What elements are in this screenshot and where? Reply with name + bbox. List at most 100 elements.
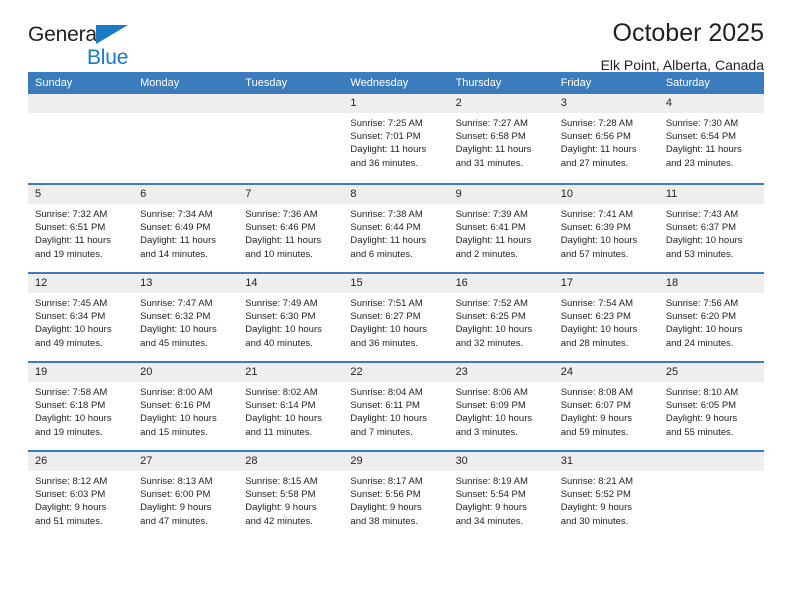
day-cell-14[interactable]: 14 Sunrise: 7:49 AM Sunset: 6:30 PM Dayligh… bbox=[238, 274, 344, 361]
day-cell-26[interactable]: 26 Sunrise: 8:12 AM Sunset: 6:03 PM Dayligh… bbox=[28, 452, 134, 539]
day-cell-17[interactable]: 17 Sunrise: 7:54 AM Sunset: 6:23 PM Dayligh… bbox=[553, 274, 659, 361]
day-sun-info: Sunrise: 7:45 AM Sunset: 6:34 PM Daylight:… bbox=[28, 293, 133, 350]
weekday-header-tuesday: Tuesday bbox=[245, 77, 288, 89]
day-cell-20[interactable]: 20 Sunrise: 8:00 AM Sunset: 6:16 PM Dayligh… bbox=[133, 363, 239, 450]
day-sun-info: Sunrise: 7:34 AM Sunset: 6:49 PM Daylight:… bbox=[133, 204, 238, 261]
day-sun-info: Sunrise: 7:51 AM Sunset: 6:27 PM Daylight:… bbox=[343, 293, 448, 350]
sunset-text: Sunset: 6:00 PM bbox=[140, 489, 211, 501]
day-cell-7[interactable]: 7 Sunrise: 7:36 AM Sunset: 6:46 PM Daylight… bbox=[238, 185, 344, 272]
day-sun-info: Sunrise: 7:54 AM Sunset: 6:23 PM Daylight:… bbox=[554, 293, 659, 350]
sunrise-text: Sunrise: 8:15 AM bbox=[245, 476, 318, 487]
day-cell-16[interactable]: 16 Sunrise: 7:52 AM Sunset: 6:25 PM Dayligh… bbox=[448, 274, 554, 361]
day-cell-9[interactable]: 9 Sunrise: 7:39 AM Sunset: 6:41 PM Daylight… bbox=[448, 185, 554, 272]
sunrise-text: Sunrise: 8:10 AM bbox=[665, 387, 739, 398]
sunrise-text: Sunrise: 7:45 AM bbox=[35, 298, 108, 309]
day-number: 10 bbox=[553, 185, 659, 204]
day-cell-18[interactable]: 18 Sunrise: 7:56 AM Sunset: 6:20 PM Dayligh… bbox=[658, 274, 764, 361]
sunrise-text: Sunrise: 7:41 AM bbox=[560, 209, 634, 220]
day-cell-19[interactable]: 19 Sunrise: 7:58 AM Sunset: 6:18 PM Dayligh… bbox=[28, 363, 134, 450]
daylight-text: Daylight: 10 hours and 11 minutes. bbox=[245, 413, 322, 438]
page-header: General Blue October 2025 Elk Point, Alb… bbox=[28, 0, 764, 72]
day-number: 12 bbox=[28, 274, 134, 293]
daylight-text: Daylight: 11 hours and 19 minutes. bbox=[35, 235, 111, 260]
day-sun-info: Sunrise: 8:13 AM Sunset: 6:00 PM Daylight:… bbox=[133, 471, 238, 528]
day-sun-info: Sunrise: 7:38 AM Sunset: 6:44 PM Daylight:… bbox=[343, 204, 448, 261]
day-cell-30[interactable]: 30 Sunrise: 8:19 AM Sunset: 5:54 PM Dayligh… bbox=[448, 452, 554, 539]
page-subtitle: Elk Point, Alberta, Canada bbox=[600, 56, 764, 73]
sunrise-text: Sunrise: 7:43 AM bbox=[665, 209, 739, 220]
day-sun-info: Sunrise: 7:41 AM Sunset: 6:39 PM Daylight:… bbox=[554, 204, 659, 261]
day-number: 5 bbox=[28, 185, 134, 204]
brand-logo[interactable]: General Blue bbox=[28, 0, 228, 68]
sunrise-text: Sunrise: 8:00 AM bbox=[140, 387, 213, 398]
day-cell-3[interactable]: 3 Sunrise: 7:28 AM Sunset: 6:56 PM Daylight… bbox=[553, 94, 659, 183]
day-cell-6[interactable]: 6 Sunrise: 7:34 AM Sunset: 6:49 PM Daylight… bbox=[133, 185, 239, 272]
day-cell-10[interactable]: 10 Sunrise: 7:41 AM Sunset: 6:39 PM Dayligh… bbox=[553, 185, 659, 272]
calendar-body: 1 Sunrise: 7:25 AM Sunset: 7:01 PM Daylight… bbox=[28, 94, 764, 539]
day-cell-5[interactable]: 5 Sunrise: 7:32 AM Sunset: 6:51 PM Daylight… bbox=[28, 185, 134, 272]
daylight-text: Daylight: 9 hours and 38 minutes. bbox=[350, 502, 422, 527]
day-cell-15[interactable]: 15 Sunrise: 7:51 AM Sunset: 6:27 PM Dayligh… bbox=[343, 274, 449, 361]
day-number: 26 bbox=[28, 452, 134, 471]
day-cell-28[interactable]: 28 Sunrise: 8:15 AM Sunset: 5:58 PM Dayligh… bbox=[238, 452, 344, 539]
day-number: 17 bbox=[553, 274, 659, 293]
day-number: 7 bbox=[238, 185, 344, 204]
daylight-text: Daylight: 11 hours and 14 minutes. bbox=[140, 235, 217, 260]
sunset-text: Sunset: 7:01 PM bbox=[350, 131, 421, 143]
day-cell-11[interactable]: 11 Sunrise: 7:43 AM Sunset: 6:37 PM Dayligh… bbox=[658, 185, 764, 272]
day-cell-13[interactable]: 13 Sunrise: 7:47 AM Sunset: 6:32 PM Dayligh… bbox=[133, 274, 239, 361]
day-cell-31[interactable]: 31 Sunrise: 8:21 AM Sunset: 5:52 PM Dayligh… bbox=[553, 452, 659, 539]
day-sun-info: Sunrise: 8:06 AM Sunset: 6:09 PM Daylight:… bbox=[449, 382, 554, 439]
day-number: 28 bbox=[238, 452, 344, 471]
day-cell-25[interactable]: 25 Sunrise: 8:10 AM Sunset: 6:05 PM Dayligh… bbox=[658, 363, 764, 450]
brand-name-blue: Blue bbox=[87, 46, 129, 69]
day-cell-21[interactable]: 21 Sunrise: 8:02 AM Sunset: 6:14 PM Dayligh… bbox=[238, 363, 344, 450]
daylight-text: Daylight: 11 hours and 6 minutes. bbox=[350, 235, 427, 260]
calendar-week-row: 19 Sunrise: 7:58 AM Sunset: 6:18 PM Dayligh… bbox=[28, 361, 764, 450]
day-number: 22 bbox=[343, 363, 449, 382]
weekday-header-saturday: Saturday bbox=[665, 77, 710, 89]
day-cell-29[interactable]: 29 Sunrise: 8:17 AM Sunset: 5:56 PM Dayligh… bbox=[343, 452, 449, 539]
day-number: 29 bbox=[343, 452, 449, 471]
day-cell-4[interactable]: 4 Sunrise: 7:30 AM Sunset: 6:54 PM Daylight… bbox=[658, 94, 764, 183]
day-number: 24 bbox=[553, 363, 659, 382]
day-cell-1[interactable]: 1 Sunrise: 7:25 AM Sunset: 7:01 PM Daylight… bbox=[343, 94, 449, 183]
sunset-text: Sunset: 6:27 PM bbox=[350, 311, 421, 323]
day-sun-info: Sunrise: 8:21 AM Sunset: 5:52 PM Daylight:… bbox=[554, 471, 659, 528]
daylight-text: Daylight: 11 hours and 2 minutes. bbox=[455, 235, 532, 260]
sunset-text: Sunset: 6:20 PM bbox=[665, 311, 737, 323]
day-cell-22[interactable]: 22 Sunrise: 8:04 AM Sunset: 6:11 PM Dayligh… bbox=[343, 363, 449, 450]
daylight-text: Daylight: 11 hours and 31 minutes. bbox=[455, 144, 532, 169]
day-cell-27[interactable]: 27 Sunrise: 8:13 AM Sunset: 6:00 PM Dayligh… bbox=[133, 452, 239, 539]
day-sun-info: Sunrise: 8:15 AM Sunset: 5:58 PM Daylight:… bbox=[238, 471, 343, 528]
sunrise-text: Sunrise: 7:51 AM bbox=[350, 298, 423, 309]
daylight-text: Daylight: 11 hours and 36 minutes. bbox=[350, 144, 427, 169]
day-number: 16 bbox=[448, 274, 554, 293]
day-cell-2[interactable]: 2 Sunrise: 7:27 AM Sunset: 6:58 PM Daylight… bbox=[448, 94, 554, 183]
day-sun-info: Sunrise: 7:32 AM Sunset: 6:51 PM Daylight:… bbox=[28, 204, 133, 261]
day-sun-info: Sunrise: 7:30 AM Sunset: 6:54 PM Daylight:… bbox=[659, 113, 764, 170]
daylight-text: Daylight: 11 hours and 23 minutes. bbox=[665, 144, 742, 169]
day-cell-12[interactable]: 12 Sunrise: 7:45 AM Sunset: 6:34 PM Dayligh… bbox=[28, 274, 134, 361]
daylight-text: Daylight: 11 hours and 27 minutes. bbox=[560, 144, 637, 169]
brand-name-general: General bbox=[28, 23, 102, 46]
day-number: 15 bbox=[343, 274, 449, 293]
day-number: 19 bbox=[28, 363, 134, 382]
sunset-text: Sunset: 6:23 PM bbox=[560, 311, 631, 323]
daylight-text: Daylight: 10 hours and 49 minutes. bbox=[35, 324, 112, 349]
sunset-text: Sunset: 6:37 PM bbox=[665, 222, 737, 234]
sunset-text: Sunset: 6:34 PM bbox=[35, 311, 106, 323]
day-cell-8[interactable]: 8 Sunrise: 7:38 AM Sunset: 6:44 PM Daylight… bbox=[343, 185, 449, 272]
sunset-text: Sunset: 6:56 PM bbox=[560, 131, 631, 143]
sunrise-text: Sunrise: 8:21 AM bbox=[560, 476, 634, 487]
day-cell-24[interactable]: 24 Sunrise: 8:08 AM Sunset: 6:07 PM Dayligh… bbox=[553, 363, 659, 450]
blue-triangle-logo-icon bbox=[96, 25, 129, 44]
sunrise-text: Sunrise: 7:47 AM bbox=[140, 298, 213, 309]
day-cell-23[interactable]: 23 Sunrise: 8:06 AM Sunset: 6:09 PM Dayligh… bbox=[448, 363, 554, 450]
sunrise-text: Sunrise: 7:56 AM bbox=[665, 298, 739, 309]
day-sun-info: Sunrise: 7:49 AM Sunset: 6:30 PM Daylight:… bbox=[238, 293, 343, 350]
daylight-text: Daylight: 10 hours and 57 minutes. bbox=[560, 235, 638, 260]
day-sun-info: Sunrise: 7:39 AM Sunset: 6:41 PM Daylight:… bbox=[449, 204, 554, 261]
day-cell-empty bbox=[133, 94, 239, 183]
daylight-text: Daylight: 10 hours and 40 minutes. bbox=[245, 324, 322, 349]
